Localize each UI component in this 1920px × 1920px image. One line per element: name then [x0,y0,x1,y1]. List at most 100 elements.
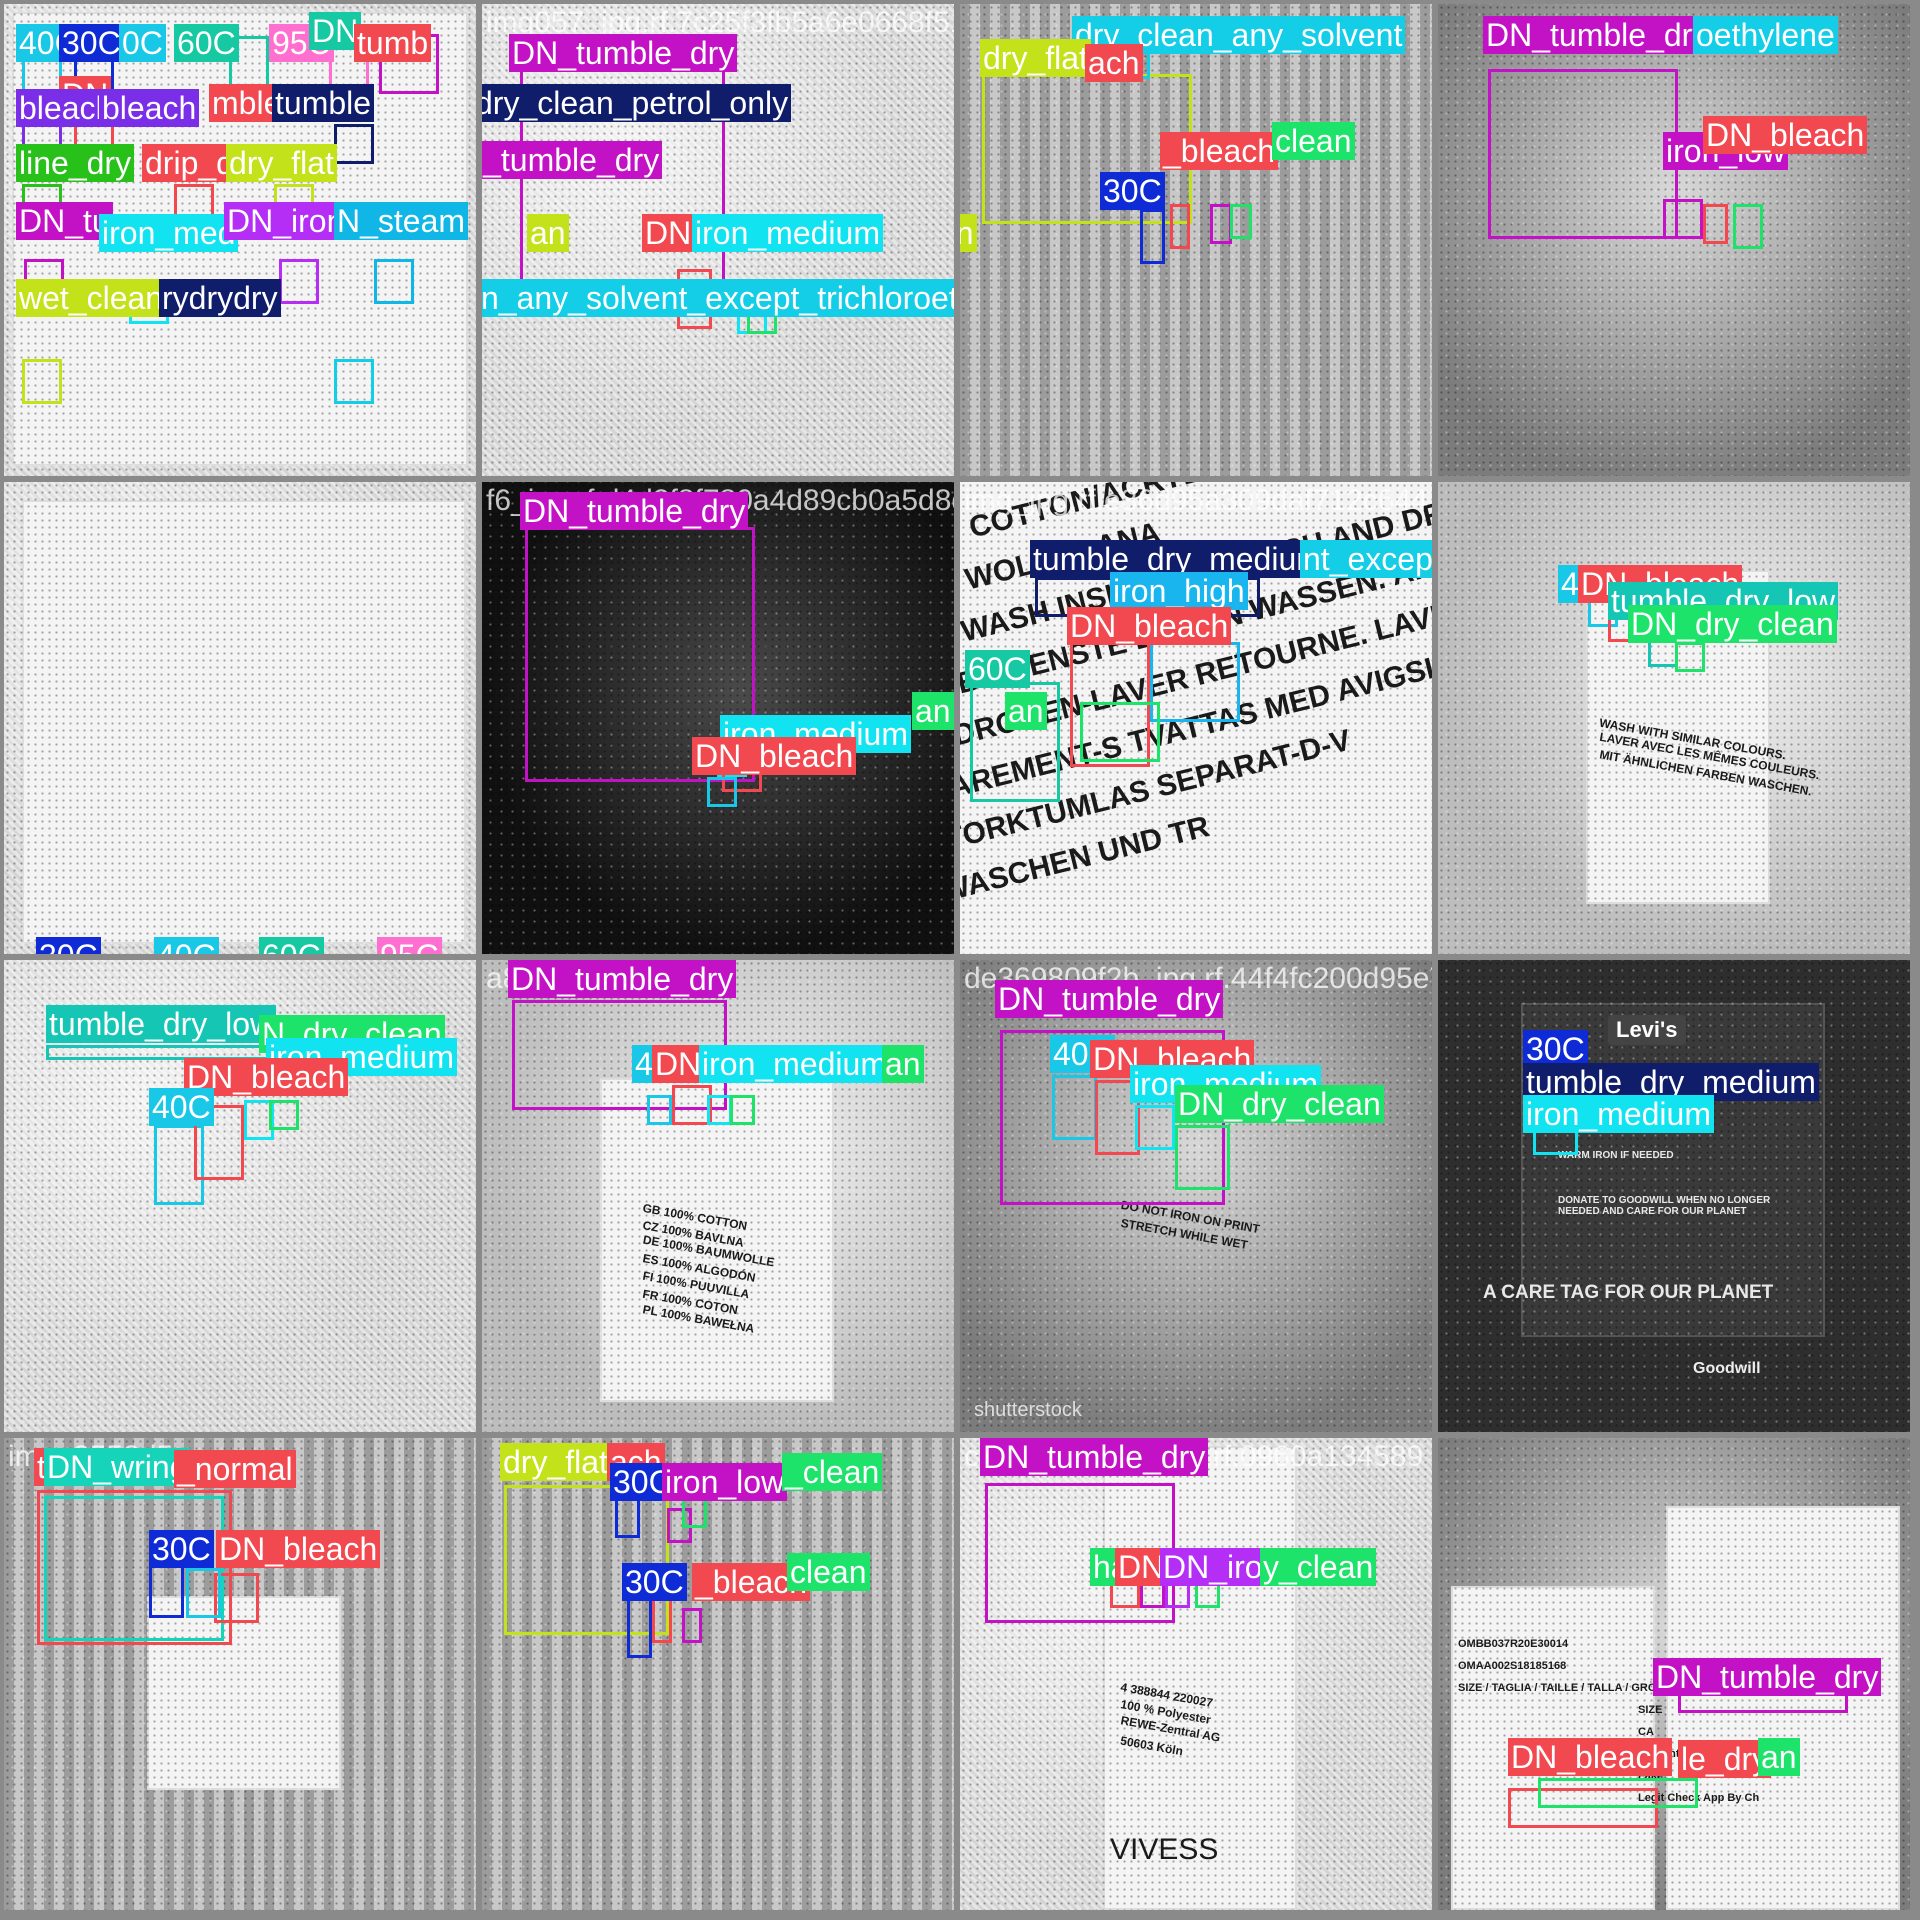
detection-label: an [912,692,954,730]
detection-label: 30C [1100,172,1165,210]
detection-box-dn-tumble-dry [1488,69,1678,239]
detection-label: rydrydry [159,279,281,317]
detection-box-40c [186,1568,221,1618]
watermark-credit: shutterstock [974,1399,1082,1421]
detection-label: tumble_dry_low [46,1005,277,1043]
detection-label: DN_tumble_dry [1653,1658,1882,1696]
detection-label: DN_dry_clean [1175,1085,1384,1123]
mosaic-tile: DN_tumble_dryoethyleneiron_lowDN_bleach [1438,4,1910,476]
mosaic-tile: WARM IRON IF NEEDED DONATE TO GOODWILL WH… [1438,960,1910,1432]
mosaic-tile: dry_flat ach 30C iron_low _clean 30C _bleach cl… [482,1438,954,1910]
detection-box-dn-dry-clean [269,1100,299,1130]
detection-label: DN_tumble_dry [508,960,737,998]
mosaic-tile: 30C40C60C95C30C40C60C95C30C40C60C95Chand… [4,482,476,954]
detection-label: 0C [119,24,166,62]
brand-logo: Levi's [1608,1015,1686,1045]
mosaic-tile: img057_jpg.rf.7c25f3fb5a6e0668f51fbeDN_t… [482,4,954,476]
detection-box-dry-clean-any-solvent-except-trichloroethylene [334,359,374,404]
mosaic-tile: img_3553d5tDN_wring_normal30CDN_bleach [4,1438,476,1910]
detection-label: 30C [622,1563,687,1601]
mosaic-tile: c9dd6111c1fd_jpg.rf.0960a1345894 388844 … [960,1438,1432,1910]
detection-label: iron_low [662,1463,788,1501]
detection-label: clean [1272,122,1355,160]
detection-label: bleach [99,89,200,127]
detection-label: an [1758,1738,1800,1776]
detection-label: 40C [149,1088,214,1126]
detection-label: DN_tumble_dry [1483,16,1712,54]
detection-label: _normal [174,1450,296,1488]
detection-box-40c [1052,1075,1097,1140]
detection-label: 30C [149,1530,214,1568]
brand-logo-secondary: Goodwill [1693,1360,1761,1377]
detection-label: an [882,1045,924,1083]
tag-print-text: A CARE TAG FOR OUR PLANET [1483,1282,1774,1303]
detection-box-dn-dry-clean [1175,1125,1230,1190]
detection-box-dn-bleach [1170,204,1190,249]
detection-label: 60C [259,937,324,954]
detection-box-dry-clean-petrol-only [334,124,374,164]
detection-label: tumble [272,84,375,122]
detection-box-dn-bleach [652,1598,672,1643]
tag-print-text: SIZE [1638,1704,1663,1716]
mosaic-tile: WASH WITH SIMILAR COLOURS. LAVER AVEC LES… [1438,482,1910,954]
detection-label: line_dry [16,144,135,182]
detection-box-wet-clean [22,359,62,404]
tag-print-text: DONATE TO GOODWILL WHEN NO LONGER NEEDED… [1558,1195,1771,1217]
detection-label: iron_medium [699,1045,890,1083]
detection-label: 60C [174,24,239,62]
detection-box-dn-steam [374,259,414,304]
detection-label: wet_clean [16,279,167,317]
detection-box-dn-dry-clean [730,1095,755,1125]
detection-label: 95C [377,937,442,954]
detection-label: ach [1085,44,1143,82]
detection-label: DN_bleach [1703,116,1868,154]
detection-label: DN_iron [224,202,348,240]
detection-box-dn-iron [279,259,319,304]
detection-label: DN_wring [44,1448,191,1486]
detection-label: DN_bleach [1067,607,1232,645]
detection-label: 30C [36,937,101,954]
detection-box-dn-dry-clean [1538,1778,1698,1808]
detection-box-30c [615,1498,640,1538]
tag-print-text: OMBB037R20E30014 [1458,1638,1569,1650]
detection-label: 40C [154,937,219,954]
tag-print-text: SIZE / TAGLIA / TAILLE / TALLA / GRÖSSE [1458,1682,1679,1694]
brand-logo: VIVESS [1110,1833,1219,1866]
mosaic-tile: tumble_dry_low N_dry_clean iron_medium DN_b… [4,960,476,1432]
detection-label: an [527,214,569,252]
detection-box-40c [707,777,737,807]
mosaic-tile: de369809f2b_jpg.rf.44f4fc200d95e72 DO NOT… [960,960,1432,1432]
detection-label: an [1005,692,1047,730]
detection-label: DN_tumble_dry [520,492,749,530]
detection-label: DN [642,214,695,252]
mosaic-tile: 40C30C0C60C95CDNtumbDNbleachbleachmbletu… [4,4,476,476]
detection-label: DN [652,1045,705,1083]
detection-box-dn-dry-clean [1733,204,1763,249]
detection-box-iron-low [1663,199,1703,239]
mosaic-tile: a8bfc4517aGB 100% COTTONCZ 100% BAVLNADE… [482,960,954,1432]
detection-label: DN_bleach [1508,1738,1673,1776]
detection-box-30c [627,1598,652,1658]
detection-box-iron-medium [707,1095,732,1125]
detection-box-30c [1140,209,1165,264]
detection-box-dn-bleach [1703,204,1728,244]
detection-label: dry_flat [980,39,1091,77]
detection-label: DN_tumble_dry [980,1438,1209,1476]
detection-label: N_steam [334,202,469,240]
detection-box-dn-dry-clean [1675,642,1705,672]
tile-filename: img_jpg.rf.e36d95a309daf712c644 [964,484,1428,517]
detection-box-dn-tumble-dry [682,1608,702,1643]
detection-label: tumb [354,24,432,62]
detection-label: _clean [782,1453,883,1491]
detection-label: iron_high [1110,572,1248,610]
detection-box-dn-dry-clean [682,1498,707,1528]
detection-label: DN_bleach [692,737,857,775]
detection-label: _bleach [1160,132,1279,170]
detection-label: an [960,214,977,252]
detection-label: clean [787,1553,870,1591]
detection-label: 30C [59,24,124,62]
detection-label: iron_medium [1523,1095,1714,1133]
detection-label: iron_medium [692,214,883,252]
detection-label: dry_clean_any_solvent_except_trichloroet… [482,279,954,317]
care-label-card [24,502,464,942]
